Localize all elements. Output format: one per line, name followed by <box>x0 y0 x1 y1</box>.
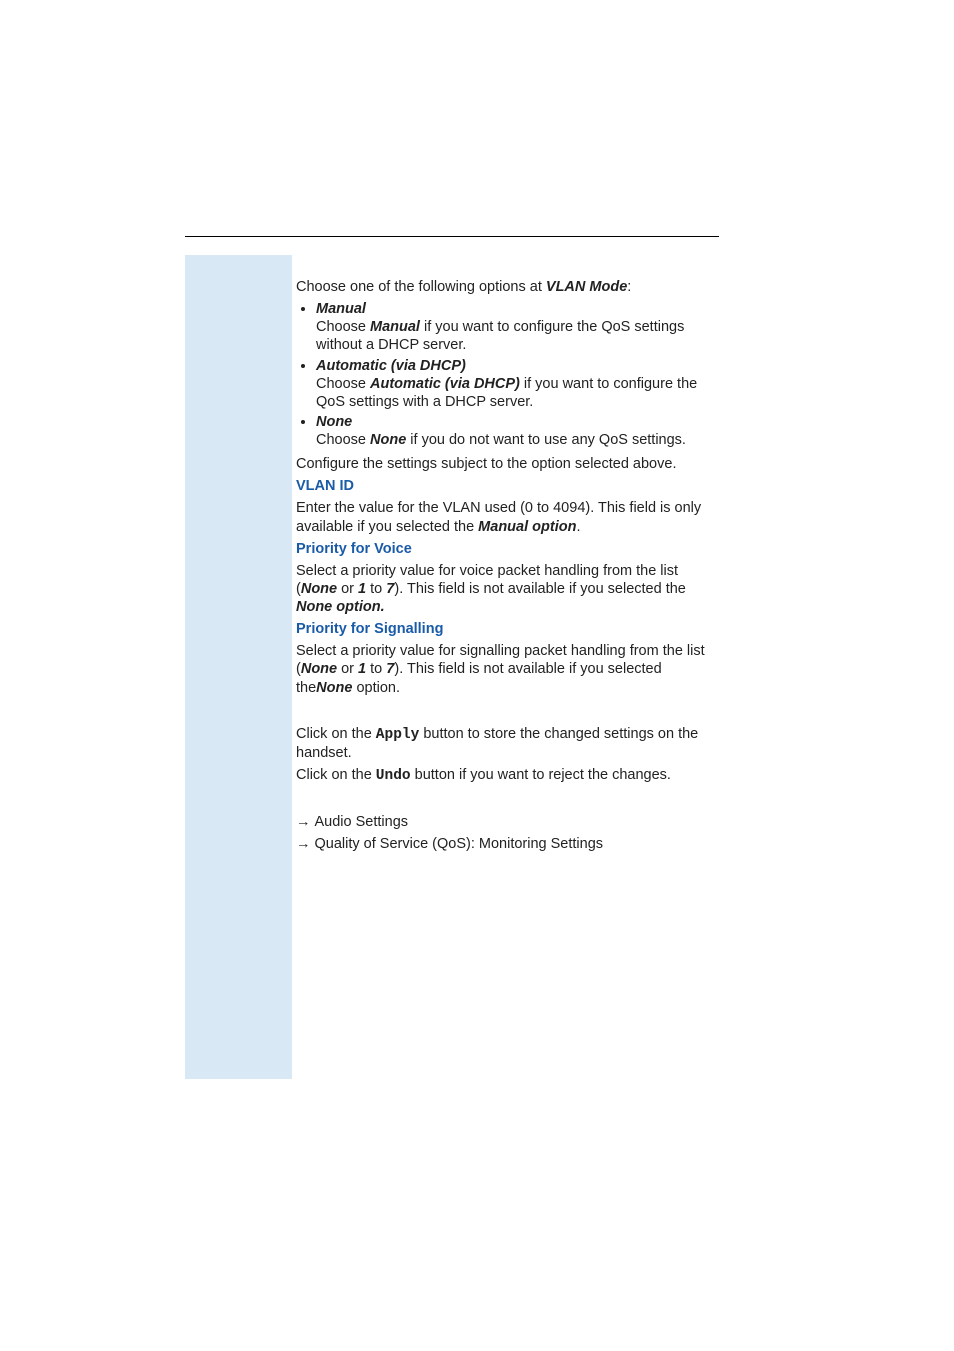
apply-pre: Click on the <box>296 726 376 742</box>
voice-or: or <box>337 581 358 597</box>
voice-body: Select a priority value for voice packet… <box>296 562 720 616</box>
option-list: Manual Choose Manual if you want to conf… <box>296 300 720 449</box>
document-page: Choose one of the following options at V… <box>0 0 954 1351</box>
voice-none-opt: None option. <box>296 599 385 615</box>
option-none: None Choose None if you do not want to u… <box>316 413 720 449</box>
voice-mid: ). This field is not available if you se… <box>394 581 686 597</box>
link-audio[interactable]: →Audio Settings <box>296 813 720 831</box>
config-line: Configure the settings subject to the op… <box>296 455 720 473</box>
sig-to: to <box>366 661 386 677</box>
sig-body: Select a priority value for signalling p… <box>296 642 720 696</box>
link-qos-text: Quality of Service (QoS): Monitoring Set… <box>315 836 604 852</box>
manual-bold: Manual <box>370 319 420 335</box>
vlan-id-body: Enter the value for the VLAN used (0 to … <box>296 499 720 535</box>
undo-post: button if you want to reject the changes… <box>411 767 671 783</box>
body-content: Choose one of the following options at V… <box>296 278 720 857</box>
voice-heading: Priority for Voice <box>296 540 720 558</box>
intro-line: Choose one of the following options at V… <box>296 278 720 296</box>
option-manual: Manual Choose Manual if you want to conf… <box>316 300 720 354</box>
vlan-id-bold: Manual option <box>478 519 576 535</box>
actions-block: Click on the Apply button to store the c… <box>296 725 720 785</box>
sig-none: None <box>301 661 337 677</box>
arrow-icon: → <box>296 814 311 830</box>
link-audio-text: Audio Settings <box>315 814 409 830</box>
none-pre: Choose <box>316 432 370 448</box>
sig-none-opt: None <box>316 680 352 696</box>
undo-line: Click on the Undo button if you want to … <box>296 766 720 785</box>
auto-title: Automatic (via DHCP) <box>316 358 466 374</box>
auto-bold: Automatic (via DHCP) <box>370 376 520 392</box>
link-qos[interactable]: →Quality of Service (QoS): Monitoring Se… <box>296 835 720 853</box>
sig-one: 1 <box>358 661 366 677</box>
sig-heading: Priority for Signalling <box>296 620 720 638</box>
option-automatic: Automatic (via DHCP) Choose Automatic (v… <box>316 357 720 411</box>
intro-post: : <box>627 279 631 295</box>
voice-none: None <box>301 581 337 597</box>
manual-pre: Choose <box>316 319 370 335</box>
voice-to: to <box>366 581 386 597</box>
arrow-icon: → <box>296 836 311 852</box>
undo-button-label: Undo <box>376 768 411 784</box>
related-links: →Audio Settings →Quality of Service (QoS… <box>296 813 720 853</box>
voice-one: 1 <box>358 581 366 597</box>
none-bold: None <box>370 432 406 448</box>
sig-or: or <box>337 661 358 677</box>
apply-line: Click on the Apply button to store the c… <box>296 725 720 762</box>
header-rule <box>185 236 719 237</box>
intro-bold: VLAN Mode <box>546 279 627 295</box>
intro-pre: Choose one of the following options at <box>296 279 546 295</box>
sidebar-shade <box>185 255 292 1079</box>
manual-title: Manual <box>316 301 366 317</box>
none-post: if you do not want to use any QoS settin… <box>406 432 686 448</box>
auto-pre: Choose <box>316 376 370 392</box>
apply-button-label: Apply <box>376 727 420 743</box>
vlan-id-post: . <box>576 519 580 535</box>
undo-pre: Click on the <box>296 767 376 783</box>
sig-post: option. <box>352 680 400 696</box>
vlan-id-heading: VLAN ID <box>296 477 720 495</box>
none-title: None <box>316 414 352 430</box>
